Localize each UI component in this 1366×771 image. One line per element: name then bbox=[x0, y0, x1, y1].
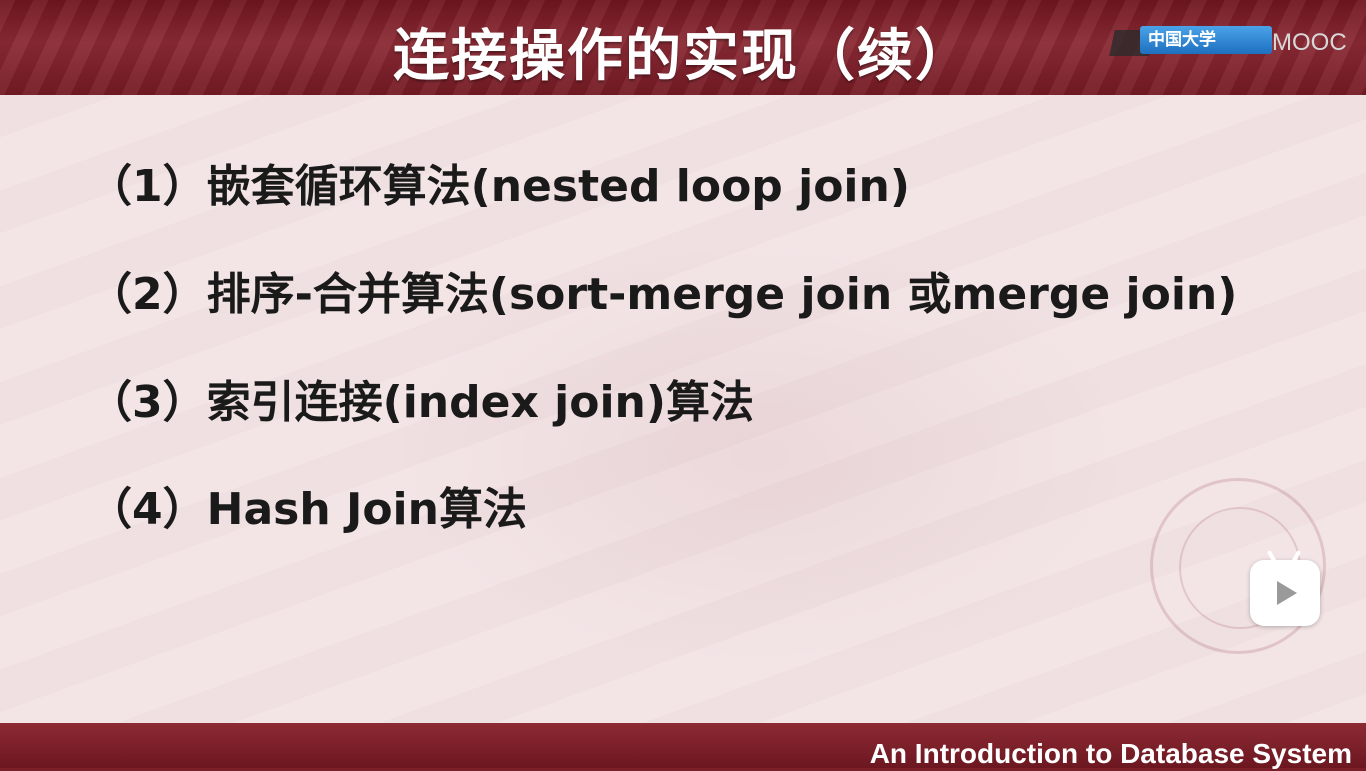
play-icon bbox=[1277, 581, 1297, 605]
play-button[interactable] bbox=[1250, 549, 1320, 626]
course-name: An Introduction to Database System bbox=[869, 738, 1352, 769]
slide-content: （1）嵌套循环算法(nested loop join) （2）排序-合并算法(s… bbox=[0, 95, 1366, 723]
slide-header: 连接操作的实现（续） 中国大学 MOOC bbox=[0, 0, 1366, 95]
logo-badge: 中国大学 bbox=[1140, 26, 1272, 54]
mooc-logo: 中国大学 MOOC bbox=[1109, 26, 1347, 60]
list-item-hash-join: （4）Hash Join算法 bbox=[88, 484, 527, 535]
slide-footer: An Introduction to Database System bbox=[0, 723, 1366, 769]
list-item-sort-merge: （2）排序-合并算法(sort-merge join 或merge join) bbox=[88, 269, 1238, 320]
list-item-nested-loop: （1）嵌套循环算法(nested loop join) bbox=[88, 161, 910, 212]
list-item-index-join: （3）索引连接(index join)算法 bbox=[88, 377, 754, 428]
logo-mooc-text: MOOC bbox=[1272, 29, 1347, 56]
